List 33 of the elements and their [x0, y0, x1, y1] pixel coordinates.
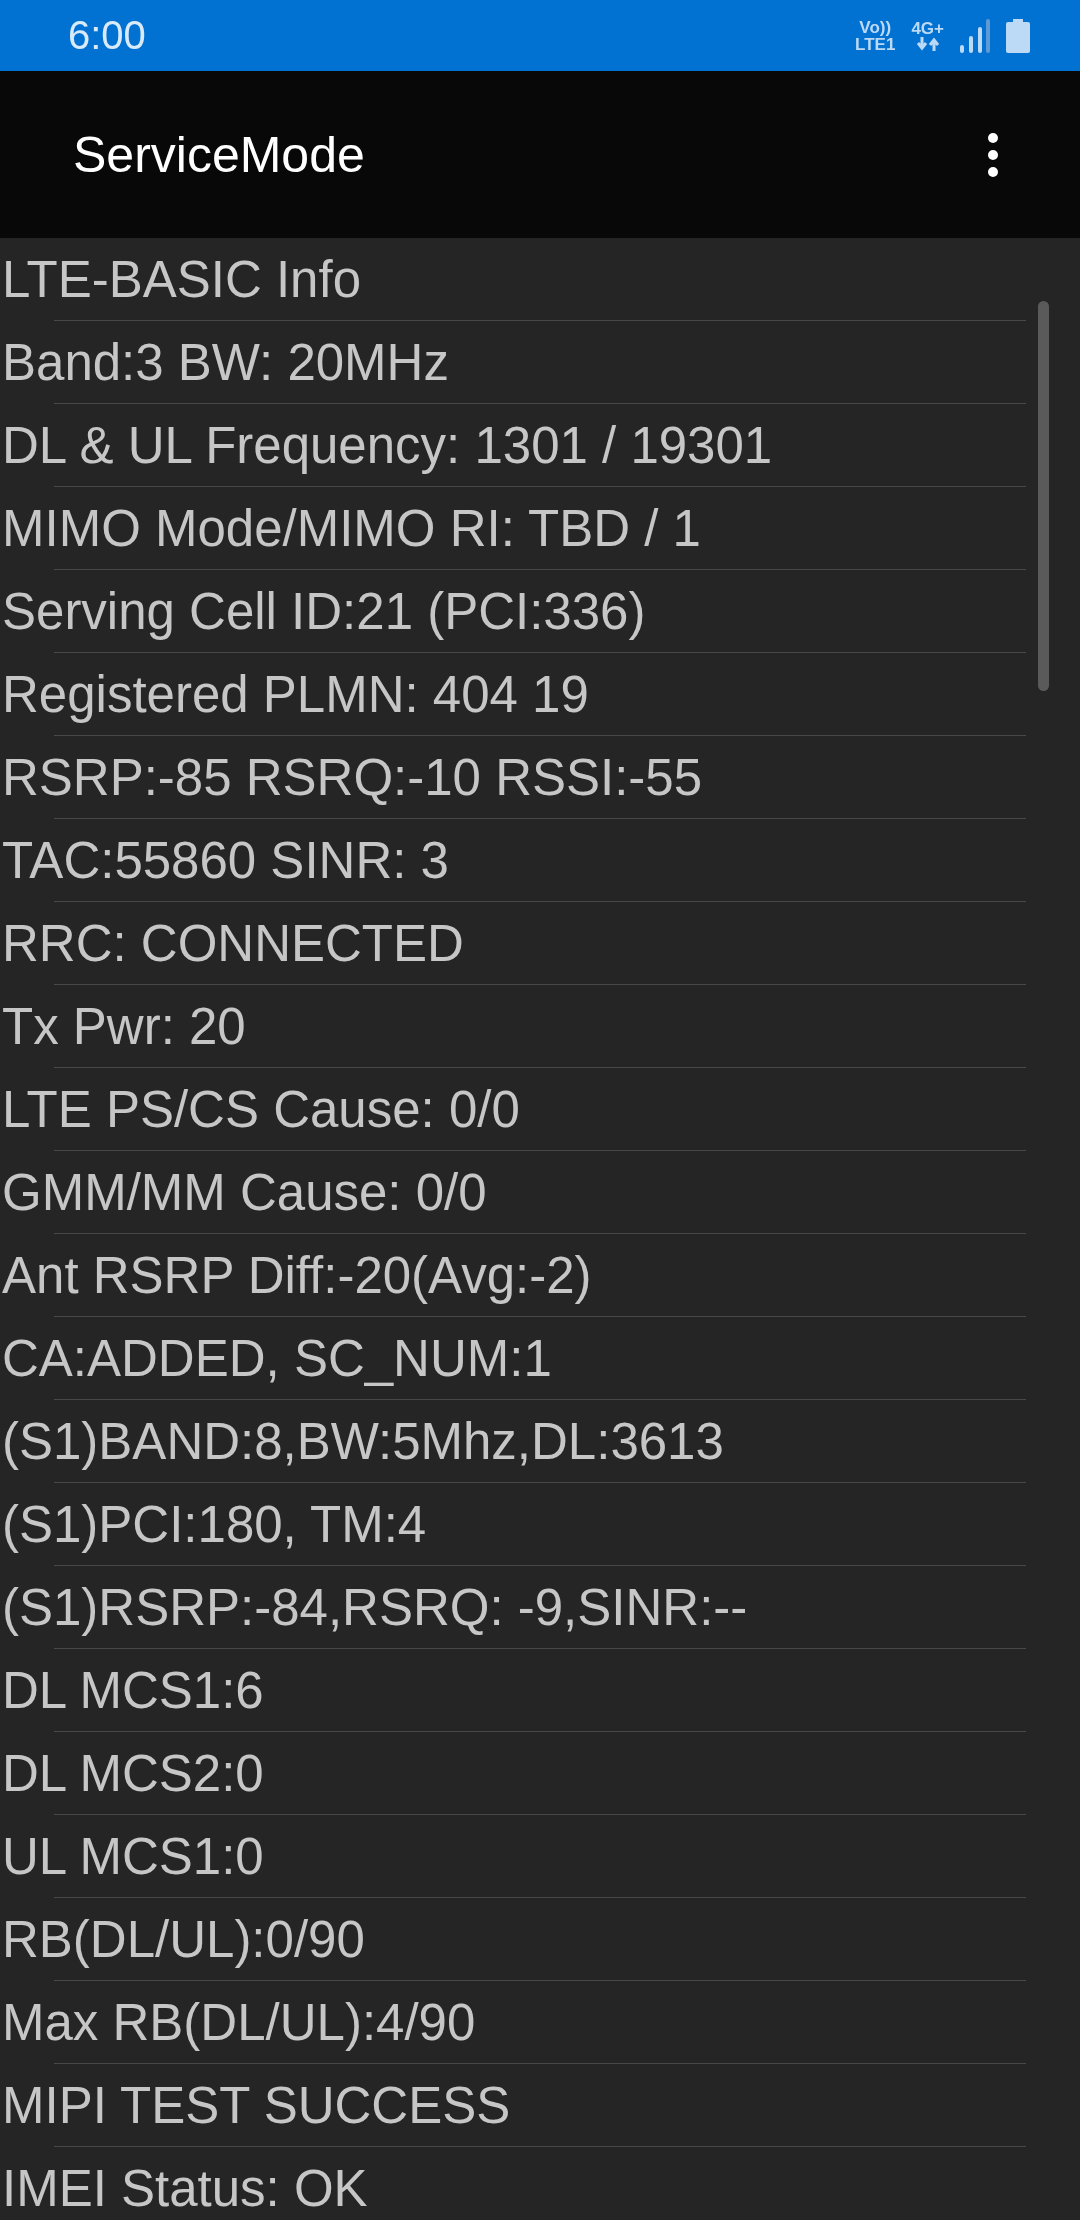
- info-line: MIPI TEST SUCCESS: [2, 2075, 511, 2135]
- info-line: LTE-BASIC Info: [2, 249, 362, 309]
- info-line: Serving Cell ID:21 (PCI:336): [2, 581, 646, 641]
- info-line: (S1)BAND:8,BW:5Mhz,DL:3613: [2, 1411, 724, 1471]
- signal-icon: [960, 18, 990, 53]
- data-arrows-icon: [915, 37, 940, 51]
- info-line: Ant RSRP Diff:-20(Avg:-2): [2, 1245, 592, 1305]
- info-line: DL MCS2:0: [2, 1743, 264, 1803]
- network-type-label: 4G+: [911, 20, 944, 37]
- info-line: TAC:55860 SINR: 3: [2, 830, 449, 890]
- info-line: MIMO Mode/MIMO RI: TBD / 1: [2, 498, 701, 558]
- info-line: GMM/MM Cause: 0/0: [2, 1162, 487, 1222]
- info-line: LTE PS/CS Cause: 0/0: [2, 1079, 520, 1139]
- info-line: DL MCS1:6: [2, 1660, 264, 1720]
- more-options-icon[interactable]: [987, 131, 999, 178]
- info-line: CA:ADDED, SC_NUM:1: [2, 1328, 552, 1388]
- info-line: (S1)PCI:180, TM:4: [2, 1494, 427, 1554]
- info-line: Tx Pwr: 20: [2, 996, 246, 1056]
- info-line: RB(DL/UL):0/90: [2, 1909, 365, 1969]
- info-line: DL & UL Frequency: 1301 / 19301: [2, 415, 773, 475]
- info-line: IMEI Status: OK: [2, 2158, 368, 2218]
- clock-time: 6:00: [68, 13, 146, 58]
- info-line: RRC: CONNECTED: [2, 913, 464, 973]
- info-line: UL MCS1:0: [2, 1826, 264, 1886]
- info-line: Max RB(DL/UL):4/90: [2, 1992, 476, 2052]
- battery-icon: [1006, 18, 1030, 53]
- info-line: Band:3 BW: 20MHz: [2, 332, 449, 392]
- info-line: (S1)RSRP:-84,RSRQ: -9,SINR:--: [2, 1577, 748, 1637]
- info-line: RSRP:-85 RSRQ:-10 RSSI:-55: [2, 747, 703, 807]
- lte-label: LTE1: [855, 35, 896, 53]
- volte-label: Vo)): [859, 18, 892, 36]
- info-line: Registered PLMN: 404 19: [2, 664, 589, 724]
- app-title: ServiceMode: [73, 125, 365, 184]
